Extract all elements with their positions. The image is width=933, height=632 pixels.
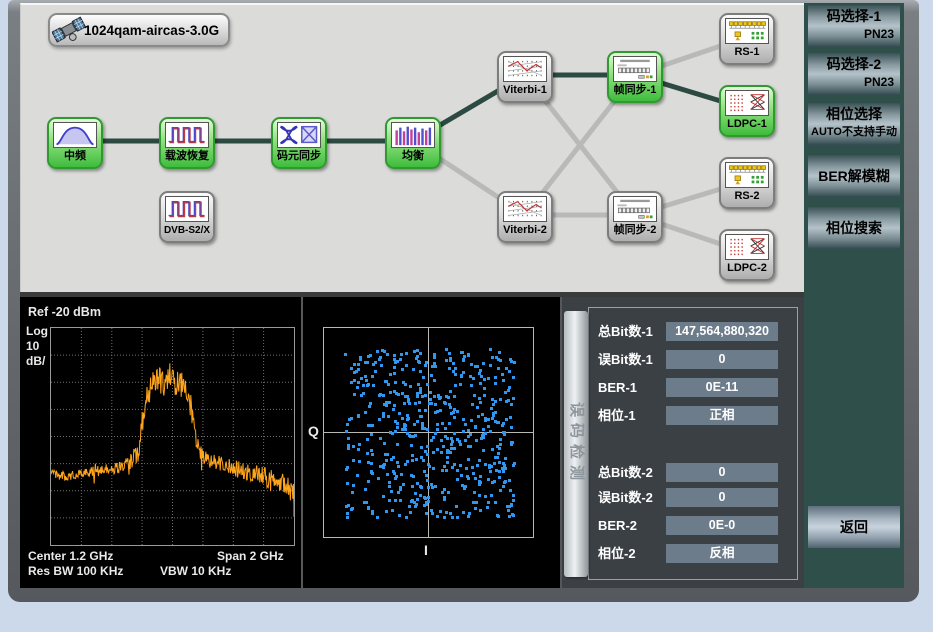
constellation-plot [323, 327, 534, 538]
if-spectrum-icon [53, 122, 97, 148]
ber-deambiguity-button[interactable]: BER解模糊 [808, 155, 900, 197]
i-axis-label: I [424, 542, 428, 558]
ber-1-value: 0E-11 [666, 378, 778, 397]
signal-flow-diagram: 1024qam-aircas-3.0G 中频 载波恢复 码元同步 均衡 [20, 3, 804, 292]
scale-label-db: dB/ [26, 354, 45, 368]
node-dvb-s2x[interactable]: DVB-S2/X [159, 191, 215, 243]
node-frame-sync-1[interactable]: 帧同步-1 [607, 51, 663, 103]
errbits-2-value: 0 [666, 488, 778, 507]
node-if[interactable]: 中频 [47, 117, 103, 169]
scale-label-log: Log [26, 324, 48, 338]
code-select-1-value: PN23 [808, 27, 900, 41]
spectrum-analyzer-panel: Ref -20 dBm Log 10 dB/ Center 1.2 GHz Sp… [20, 297, 303, 588]
node-frame-sync-2[interactable]: 帧同步-2 [607, 191, 663, 243]
center-freq-label: Center 1.2 GHz [28, 549, 113, 563]
satellite-icon [52, 14, 86, 46]
phase-select-button[interactable]: 相位选择 AUTO不支持手动 [808, 103, 900, 145]
span-label: Span 2 GHz [217, 549, 284, 563]
node-ldpc-2[interactable]: LDPC-2 [719, 229, 775, 281]
signal-title-button[interactable]: 1024qam-aircas-3.0G [48, 13, 230, 47]
phase-1-value: 正相 [666, 406, 778, 425]
scale-label-10: 10 [26, 339, 39, 353]
node-carrier-recovery[interactable]: 载波恢复 [159, 117, 215, 169]
node-ldpc-1[interactable]: LDPC-1 [719, 85, 775, 137]
ldpc-graph-icon [725, 90, 769, 116]
frame-structure-icon [613, 56, 657, 82]
res-bw-label: Res BW 100 KHz [28, 564, 123, 578]
equalizer-bars-icon [391, 122, 435, 148]
square-wave-icon [165, 196, 209, 222]
vbw-label: VBW 10 KHz [160, 564, 231, 578]
ref-level-label: Ref -20 dBm [28, 305, 101, 319]
ber-2-value: 0E-0 [666, 516, 778, 535]
trellis-icon [503, 196, 547, 222]
node-rs-2[interactable]: RS-2 [719, 157, 775, 209]
code-select-2-button[interactable]: 码选择-2 PN23 [808, 53, 900, 95]
constellation-points [344, 348, 516, 519]
code-select-1-button[interactable]: 码选择-1 PN23 [808, 5, 900, 47]
phase-select-value: AUTO不支持手动 [808, 125, 900, 139]
ldpc-graph-icon [725, 234, 769, 260]
trellis-icon [503, 56, 547, 82]
phase-search-button[interactable]: 相位搜索 [808, 207, 900, 249]
frame-structure-icon [613, 196, 657, 222]
node-viterbi-2[interactable]: Viterbi-2 [497, 191, 553, 243]
signal-title-label: 1024qam-aircas-3.0G [84, 23, 219, 38]
error-detect-tab: 误码检测 [564, 311, 588, 577]
totalbits-1-value: 147,564,880,320 [666, 322, 778, 341]
errbits-1-value: 0 [666, 350, 778, 369]
app-window: 1024qam-aircas-3.0G 中频 载波恢复 码元同步 均衡 [8, 0, 919, 602]
node-symbol-sync[interactable]: 码元同步 [271, 117, 327, 169]
rs-codec-icon [725, 18, 769, 44]
ber-stats-panel: 误码检测 总Bit数-1 147,564,880,320 误Bit数-1 0 B… [562, 297, 804, 588]
code-select-2-value: PN23 [808, 75, 900, 89]
spectrum-plot [50, 327, 295, 546]
error-detect-label: 误码检测 [564, 311, 588, 577]
back-button[interactable]: 返回 [808, 506, 900, 548]
phase-2-value: 反相 [666, 544, 778, 563]
q-axis-label: Q [308, 423, 319, 439]
square-wave-icon [165, 122, 209, 148]
node-rs-1[interactable]: RS-1 [719, 13, 775, 65]
eye-diagram-icon [277, 122, 321, 148]
totalbits-2-value: 0 [666, 463, 778, 482]
node-equalizer[interactable]: 均衡 [385, 117, 441, 169]
control-sidebar: 码选择-1 PN23 码选择-2 PN23 相位选择 AUTO不支持手动 BER… [804, 3, 904, 588]
constellation-panel: Q I [303, 297, 562, 588]
node-viterbi-1[interactable]: Viterbi-1 [497, 51, 553, 103]
stats-border [588, 307, 798, 580]
rs-codec-icon [725, 162, 769, 188]
